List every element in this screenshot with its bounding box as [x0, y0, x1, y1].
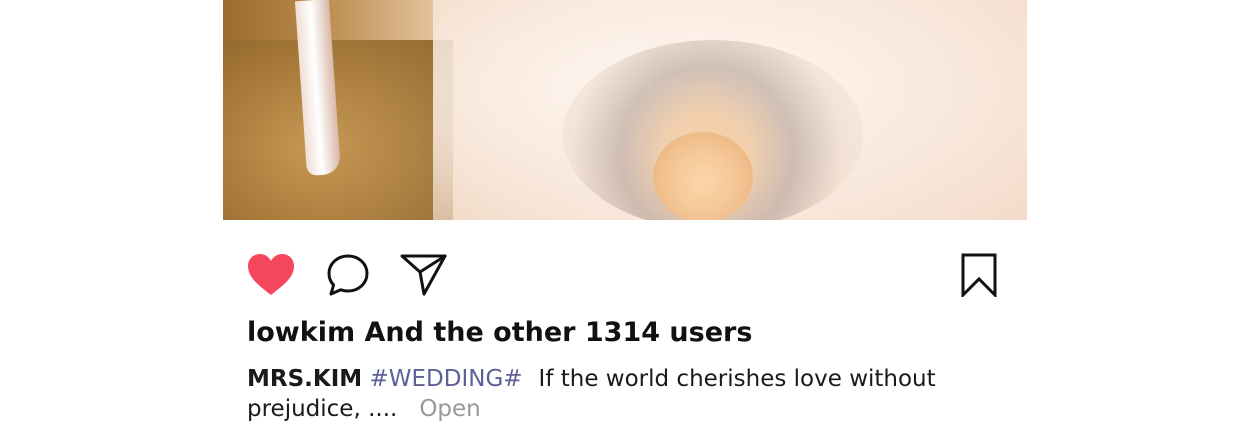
caption-username[interactable]: MRS.KIM — [247, 366, 362, 392]
post-image[interactable] — [223, 0, 1027, 220]
post-actions-bar — [247, 253, 997, 297]
likes-summary[interactable]: lowkim And the other 1314 users — [247, 316, 752, 350]
photo-rose — [653, 132, 753, 220]
caption-hashtag[interactable]: #WEDDING# — [369, 366, 522, 392]
bookmark-icon[interactable] — [960, 253, 998, 297]
post-caption: MRS.KIM #WEDDING# If the world cherishes … — [247, 364, 947, 424]
speech-bubble-icon[interactable] — [326, 253, 370, 297]
paper-plane-icon[interactable] — [400, 253, 448, 297]
caption-open-link[interactable]: Open — [419, 396, 480, 422]
heart-filled-icon[interactable] — [247, 253, 295, 297]
